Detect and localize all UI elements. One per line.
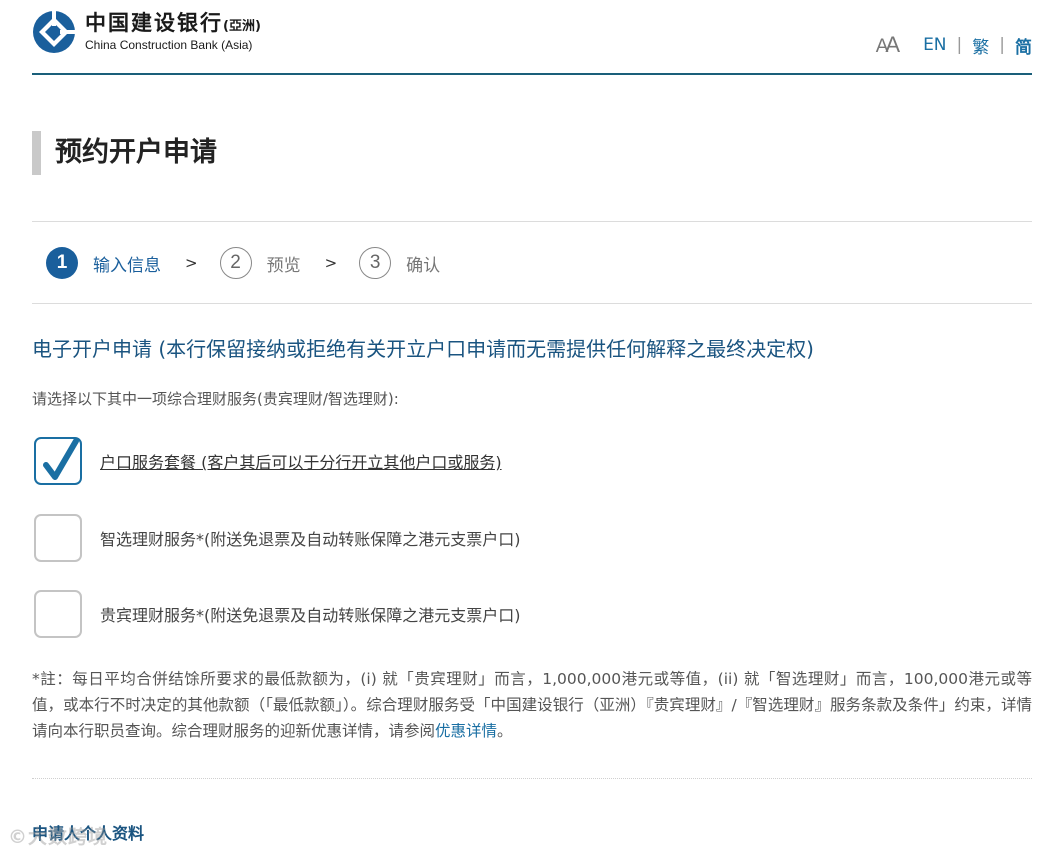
step-3-label: 确认	[406, 255, 441, 276]
bank-logo[interactable]: 中国建设银行(亞洲) China Construction Bank (Asia…	[32, 10, 261, 54]
checkbox-smart-banking[interactable]	[34, 514, 82, 562]
footnote-text: *註：每日平均合併结馀所要求的最低款额为，(i) 就「贵宾理财」而言，1,000…	[32, 670, 1032, 740]
logo-english-name: China Construction Bank (Asia)	[85, 38, 253, 52]
option-prestige-banking-label[interactable]: 贵宾理财服务*(附送免退票及自动转账保障之港元支票户口)	[100, 602, 521, 626]
divider	[32, 221, 1032, 222]
step-1-label: 输入信息	[93, 255, 161, 276]
watermark: ©大数跨境	[8, 826, 109, 848]
page-title: 预约开户申请	[32, 131, 217, 175]
step-arrow: >	[324, 254, 338, 272]
step-2-circle: 2	[219, 247, 252, 279]
option-smart-banking-label[interactable]: 智选理财服务*(附送免退票及自动转账保障之港元支票户口)	[100, 526, 521, 550]
font-size-icon[interactable]: AA	[876, 32, 900, 58]
service-instruction: 请选择以下其中一项综合理财服务(贵宾理财/智选理财):	[32, 390, 399, 408]
option-account-package-label[interactable]: 户口服务套餐 (客户其后可以于分行开立其他户口或服务)	[100, 449, 502, 473]
option-prestige-banking[interactable]: 贵宾理财服务*(附送免退票及自动转账保障之港元支票户口)	[34, 590, 521, 638]
progress-steps: 1 输入信息 > 2 预览 > 3 确认	[46, 247, 440, 279]
step-2-label: 预览	[266, 255, 301, 276]
offer-details-link[interactable]: 优惠详情	[435, 722, 497, 740]
logo-chinese-name: 中国建设银行(亞洲)	[85, 11, 261, 35]
divider	[32, 303, 1032, 304]
divider	[32, 778, 1032, 779]
option-account-package[interactable]: 户口服务套餐 (客户其后可以于分行开立其他户口或服务)	[34, 437, 502, 485]
section-heading: 电子开户申请 (本行保留接纳或拒绝有关开立户口申请而无需提供任何解释之最终决定权…	[32, 337, 814, 361]
step-3-circle: 3	[359, 247, 392, 279]
lang-english-link[interactable]: EN	[923, 35, 946, 55]
lang-traditional-link[interactable]: 繁	[972, 33, 989, 58]
checkbox-prestige-banking[interactable]	[34, 590, 82, 638]
checkmark-icon	[43, 438, 79, 480]
step-1-circle: 1	[46, 247, 78, 279]
option-smart-banking[interactable]: 智选理财服务*(附送免退票及自动转账保障之港元支票户口)	[34, 514, 521, 562]
footnote: *註：每日平均合併结馀所要求的最低款额为，(i) 就「贵宾理财」而言，1,000…	[32, 666, 1032, 744]
step-arrow: >	[185, 254, 198, 272]
language-switcher: AA EN | 繁 | 简	[876, 32, 1032, 58]
lang-separator: |	[999, 35, 1005, 55]
ccb-logo-icon	[33, 10, 76, 53]
lang-separator: |	[956, 35, 963, 55]
checkbox-account-package[interactable]	[34, 437, 82, 485]
lang-simplified-link[interactable]: 简	[1015, 33, 1032, 58]
footnote-end: 。	[497, 722, 513, 740]
page-header: 中国建设银行(亞洲) China Construction Bank (Asia…	[32, 0, 1032, 75]
